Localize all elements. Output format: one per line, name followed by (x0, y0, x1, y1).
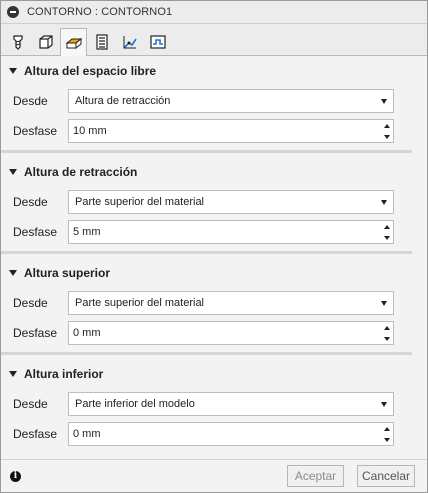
from-row: Desde Parte superior del material (1, 288, 427, 318)
section-bottom-height: Altura inferior Desde Parte inferior del… (1, 359, 427, 449)
from-label: Desde (13, 94, 48, 108)
increment-button[interactable] (380, 423, 393, 434)
decrement-button[interactable] (380, 333, 393, 344)
up-arrow-icon (383, 325, 390, 330)
collapse-triangle-icon[interactable] (9, 371, 17, 377)
from-label: Desde (13, 296, 48, 310)
offset-stepper (380, 322, 393, 344)
tab-bar (1, 24, 427, 56)
up-arrow-icon (383, 123, 390, 128)
from-select-value: Altura de retracción (75, 95, 171, 107)
heights-icon (65, 37, 82, 49)
tab-heights[interactable] (60, 28, 87, 56)
offset-input[interactable]: 0 mm (68, 321, 394, 345)
offset-label: Desfase (13, 124, 58, 138)
section-header[interactable]: Altura del espacio libre (1, 56, 427, 86)
increment-button[interactable] (380, 221, 393, 232)
ok-button[interactable]: Aceptar (287, 465, 344, 487)
info-icon[interactable]: i (10, 470, 21, 482)
passes-icon (95, 34, 108, 50)
down-arrow-icon (383, 437, 390, 442)
geometry-icon (38, 35, 53, 49)
section-header[interactable]: Altura superior (1, 258, 427, 288)
offset-input[interactable]: 10 mm (68, 119, 394, 143)
decrement-button[interactable] (380, 232, 393, 243)
from-select[interactable]: Parte superior del material (68, 190, 394, 214)
offset-label: Desfase (13, 427, 58, 441)
from-row: Desde Altura de retracción (1, 86, 427, 116)
tab-passes[interactable] (88, 28, 115, 55)
dialog-title: CONTORNO : CONTORNO1 (27, 6, 173, 18)
tool-icon (12, 35, 23, 50)
from-select-value: Parte superior del material (75, 196, 205, 208)
tab-linking[interactable] (116, 28, 143, 55)
collapse-icon[interactable] (7, 6, 19, 18)
tab-tool[interactable] (4, 28, 31, 55)
section-title: Altura del espacio libre (24, 64, 157, 78)
offset-value: 5 mm (73, 226, 101, 238)
post-process-icon (149, 35, 166, 49)
section-clearance-height: Altura del espacio libre Desde Altura de… (1, 56, 427, 153)
offset-row: Desfase 10 mm (1, 116, 427, 146)
offset-label: Desfase (13, 326, 58, 340)
offset-stepper (380, 221, 393, 243)
section-divider (1, 352, 412, 355)
up-arrow-icon (383, 426, 390, 431)
section-title: Altura inferior (24, 367, 104, 381)
decrement-button[interactable] (380, 131, 393, 142)
section-header[interactable]: Altura inferior (1, 359, 427, 389)
offset-label: Desfase (13, 225, 58, 239)
offset-row: Desfase 0 mm (1, 318, 427, 348)
dropdown-arrow-icon (381, 301, 387, 306)
from-select[interactable]: Parte inferior del modelo (68, 392, 394, 416)
offset-value: 0 mm (73, 327, 101, 339)
collapse-triangle-icon[interactable] (9, 270, 17, 276)
offset-input[interactable]: 5 mm (68, 220, 394, 244)
from-select[interactable]: Altura de retracción (68, 89, 394, 113)
from-row: Desde Parte superior del material (1, 187, 427, 217)
offset-value: 0 mm (73, 428, 101, 440)
down-arrow-icon (383, 134, 390, 139)
down-arrow-icon (383, 336, 390, 341)
dropdown-arrow-icon (381, 99, 387, 104)
from-select[interactable]: Parte superior del material (68, 291, 394, 315)
collapse-triangle-icon[interactable] (9, 169, 17, 175)
from-label: Desde (13, 397, 48, 411)
dropdown-arrow-icon (381, 200, 387, 205)
from-select-value: Parte superior del material (75, 297, 205, 309)
from-select-value: Parte inferior del modelo (75, 398, 195, 410)
dialog-window: CONTORNO : CONTORNO1 Altura del espacio … (0, 0, 428, 493)
from-label: Desde (13, 195, 48, 209)
title-bar[interactable]: CONTORNO : CONTORNO1 (1, 1, 427, 24)
dialog-footer: i Aceptar Cancelar (1, 459, 427, 492)
section-top-height: Altura superior Desde Parte superior del… (1, 258, 427, 355)
up-arrow-icon (383, 224, 390, 229)
offset-stepper (380, 120, 393, 142)
tab-post-process[interactable] (144, 28, 171, 55)
offset-stepper (380, 423, 393, 445)
linking-icon (122, 36, 137, 49)
section-divider (1, 251, 412, 254)
offset-row: Desfase 5 mm (1, 217, 427, 247)
section-title: Altura de retracción (24, 165, 138, 179)
offset-input[interactable]: 0 mm (68, 422, 394, 446)
from-row: Desde Parte inferior del modelo (1, 389, 427, 419)
dropdown-arrow-icon (381, 402, 387, 407)
section-header[interactable]: Altura de retracción (1, 157, 427, 187)
section-retract-height: Altura de retracción Desde Parte superio… (1, 157, 427, 254)
tab-geometry[interactable] (32, 28, 59, 55)
cancel-button[interactable]: Cancelar (357, 465, 415, 487)
down-arrow-icon (383, 235, 390, 240)
increment-button[interactable] (380, 120, 393, 131)
collapse-triangle-icon[interactable] (9, 68, 17, 74)
offset-row: Desfase 0 mm (1, 419, 427, 449)
increment-button[interactable] (380, 322, 393, 333)
section-title: Altura superior (24, 266, 111, 280)
decrement-button[interactable] (380, 434, 393, 445)
offset-value: 10 mm (73, 125, 107, 137)
section-divider (1, 150, 412, 153)
